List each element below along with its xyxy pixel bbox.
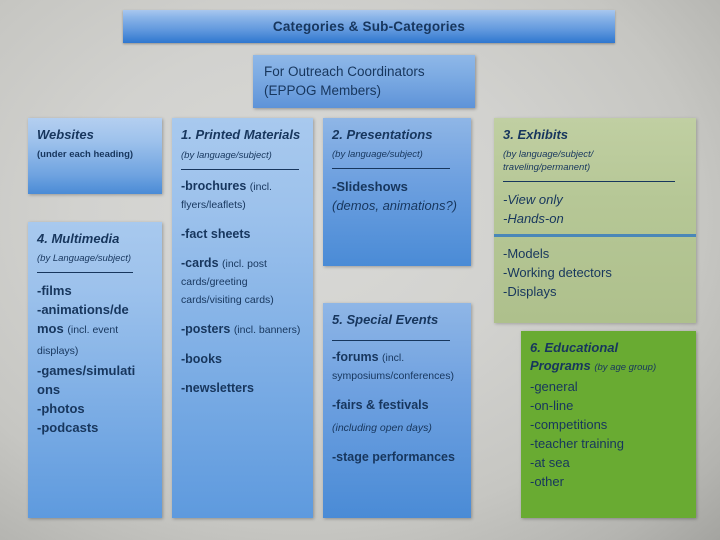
panel-websites: Websites (under each heading): [28, 118, 162, 194]
educational-item-general: -general: [530, 379, 578, 394]
panel-multimedia: 4. Multimedia (by Language/subject) -fil…: [28, 222, 162, 518]
exhibits-item-view-only: -View only: [503, 192, 563, 207]
exhibits-note-line2: traveling/permanent): [503, 162, 591, 173]
special-events-item-forums: -forums (incl. symposiums/conferences): [332, 350, 454, 382]
slide-canvas: Categories & Sub-Categories For Outreach…: [0, 0, 720, 540]
exhibits-item-hands-on: -Hands-on: [503, 211, 564, 226]
printed-item-books: -books: [181, 352, 222, 366]
educational-item-teacher-training: -teacher training: [530, 436, 624, 451]
slide-subtitle-box: For Outreach Coordinators (EPPOG Members…: [253, 55, 475, 108]
exhibits-note-line1: (by language/subject/: [503, 149, 594, 160]
multimedia-note: (by Language/subject): [37, 253, 132, 264]
printed-item-newsletters: -newsletters: [181, 381, 254, 395]
multimedia-heading: 4. Multimedia: [37, 231, 120, 246]
multimedia-item-games: -games/simulati ons: [37, 363, 136, 397]
panel-educational-programs: 6. Educational Programs (by age group) -…: [521, 331, 696, 518]
slide-subtitle-line1: For Outreach Coordinators: [264, 64, 425, 79]
panel-printed-materials: 1. Printed Materials (by language/subjec…: [172, 118, 313, 518]
slide-title-banner: Categories & Sub-Categories: [123, 10, 615, 43]
multimedia-divider: [37, 272, 133, 273]
special-events-item-fairs-note: (including open days): [332, 422, 432, 434]
printed-item-brochures: -brochures (incl. flyers/leaflets): [181, 179, 272, 211]
special-events-item-fairs: -fairs & festivals: [332, 398, 429, 412]
presentations-item-slideshows-note: (demos, animations?): [332, 198, 457, 213]
exhibits-item-working-detectors: -Working detectors: [503, 265, 612, 280]
educational-item-competitions: -competitions: [530, 417, 608, 432]
printed-item-posters: -posters (incl. banners): [181, 322, 301, 336]
presentations-item-slideshows: -Slideshows: [332, 179, 408, 194]
slide-subtitle-line2: (EPPOG Members): [264, 83, 382, 98]
educational-item-online: -on-line: [530, 398, 574, 413]
presentations-note: (by language/subject): [332, 149, 423, 160]
printed-materials-heading: 1. Printed Materials: [181, 127, 301, 142]
printed-item-fact-sheets: -fact sheets: [181, 227, 251, 241]
multimedia-item-animations: -animations/de mos (incl. event displays…: [37, 302, 129, 357]
exhibits-item-displays: -Displays: [503, 284, 557, 299]
presentations-divider: [332, 168, 450, 169]
educational-programs-heading-line2: Programs (by age group): [530, 358, 657, 373]
printed-item-cards: -cards (incl. post cards/greeting cards/…: [181, 256, 274, 306]
panel-presentations: 2. Presentations (by language/subject) -…: [323, 118, 471, 266]
special-events-item-stage: -stage performances: [332, 450, 455, 464]
exhibits-heading: 3. Exhibits: [503, 127, 569, 142]
slide-title: Categories & Sub-Categories: [272, 19, 466, 34]
websites-heading: Websites: [37, 127, 94, 142]
special-events-heading: 5. Special Events: [332, 312, 439, 327]
exhibits-item-models: -Models: [503, 246, 550, 261]
printed-materials-note: (by language/subject): [181, 150, 272, 161]
websites-note: (under each heading): [37, 149, 134, 160]
educational-programs-heading-line1: 6. Educational: [530, 340, 619, 355]
panel-exhibits: 3. Exhibits (by language/subject/ travel…: [494, 118, 696, 323]
multimedia-item-podcasts: -podcasts: [37, 420, 99, 435]
educational-item-other: -other: [530, 474, 564, 489]
presentations-heading: 2. Presentations: [332, 127, 433, 142]
special-events-divider: [332, 340, 450, 341]
multimedia-item-photos: -photos: [37, 401, 85, 416]
panel-special-events: 5. Special Events -forums (incl. symposi…: [323, 303, 471, 518]
exhibits-section-divider: [494, 234, 696, 237]
printed-materials-divider: [181, 169, 299, 170]
exhibits-divider: [503, 181, 675, 182]
educational-item-at-sea: -at sea: [530, 455, 570, 470]
multimedia-item-films: -films: [37, 283, 72, 298]
